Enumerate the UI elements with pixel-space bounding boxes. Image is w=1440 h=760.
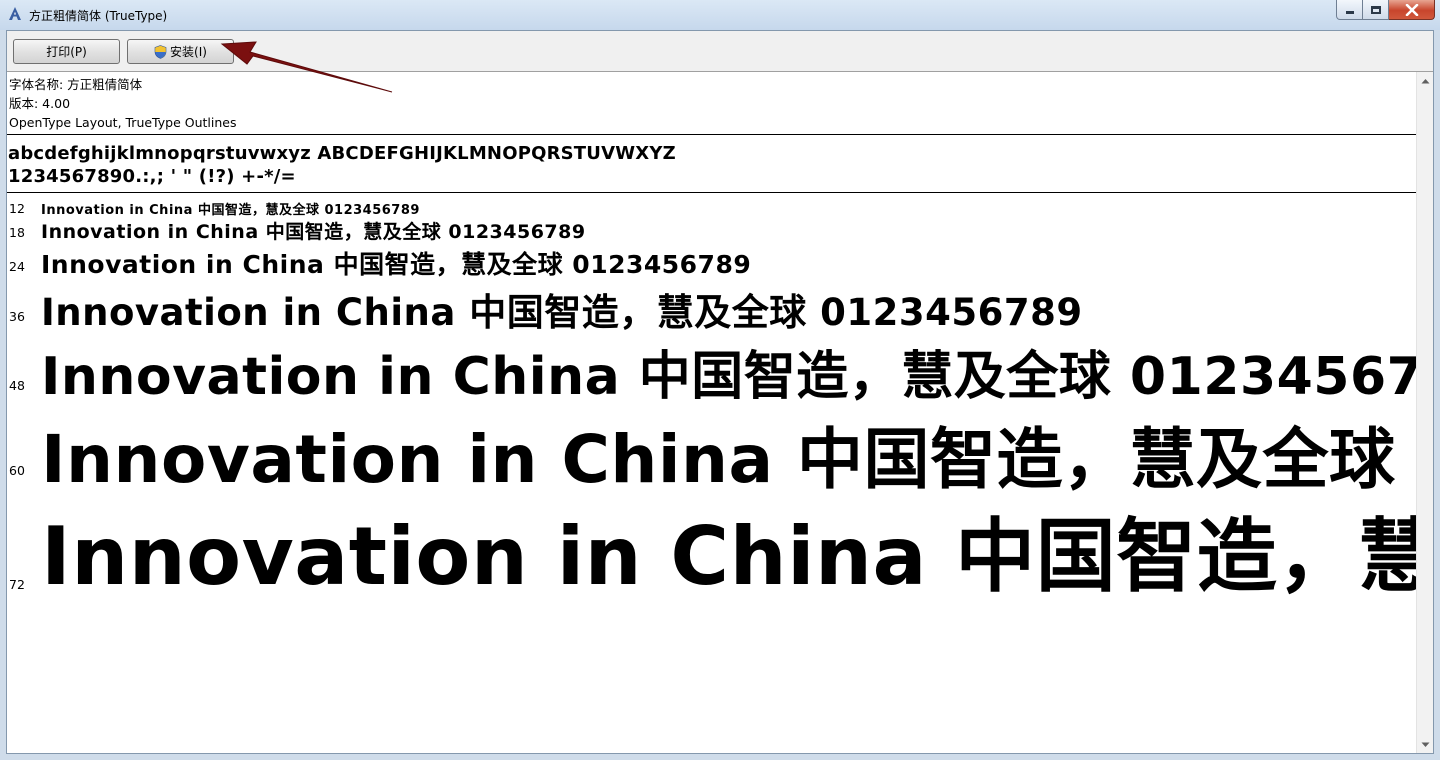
arrow-up-icon [1421,78,1430,83]
sample-text: Innovation in China 中国智造，慧及全球 0123456789 [41,250,752,279]
arrow-down-icon [1421,742,1430,747]
maximize-icon [1370,5,1381,14]
size-label: 36 [9,309,25,324]
sample-text: Innovation in China 中国智造，慧及全球 0123456789 [41,347,1417,407]
sample-text: Innovation in China 中国智造，慧及全球 0123456789 [41,291,1083,334]
size-label: 72 [9,577,25,592]
charset-preview: abcdefghijklmnopqrstuvwxyz ABCDEFGHIJKLM… [8,142,676,188]
sample-row-12: 12 Innovation in China 中国智造，慧及全球 0123456… [7,197,1417,218]
font-info: 字体名称: 方正粗倩简体 版本: 4.00 OpenType Layout, T… [9,75,236,132]
close-button[interactable] [1389,0,1435,20]
charset-digits: 1234567890.:,; ' " (!?) +-*/= [8,166,296,187]
close-icon [1405,3,1418,16]
charset-letters: abcdefghijklmnopqrstuvwxyz ABCDEFGHIJKLM… [8,143,676,164]
scroll-down-button[interactable] [1417,736,1434,753]
minimize-icon [1345,11,1354,14]
size-label: 12 [9,201,25,216]
size-label: 48 [9,378,25,393]
font-viewer-window: 打印(P) 安装(I) 字体名称: 方正粗倩简体 版本: 4.00 OpenTy… [6,30,1434,754]
size-label: 18 [9,225,25,240]
size-label: 24 [9,259,25,274]
minimize-button[interactable] [1336,0,1363,20]
window-title: 方正粗倩简体 (TrueType) [29,9,168,23]
install-button[interactable]: 安装(I) [127,39,234,64]
sample-row-24: 24 Innovation in China 中国智造，慧及全球 0123456… [7,245,1417,279]
scroll-up-button[interactable] [1417,72,1434,89]
sample-row-60: 60 Innovation in China 中国智造，慧及全球 0123456… [7,406,1417,498]
font-preview-document: 字体名称: 方正粗倩简体 版本: 4.00 OpenType Layout, T… [7,72,1417,753]
divider [7,192,1417,193]
maximize-button[interactable] [1363,0,1389,20]
sample-row-72: 72 Innovation in China 中国智造，慧及全球 0123456… [7,492,1417,603]
print-button-label: 打印(P) [46,45,87,59]
sample-text: Innovation in China 中国智造，慧及全球 0123456789 [41,510,1417,603]
caption-buttons [1336,0,1435,20]
install-button-label: 安装(I) [170,45,207,59]
font-viewer-icon [9,7,21,20]
sample-row-48: 48 Innovation in China 中国智造，慧及全球 0123456… [7,334,1417,407]
uac-shield-icon [154,44,167,59]
sample-text: Innovation in China 中国智造，慧及全球 0123456789 [41,221,586,243]
sample-text: Innovation in China 中国智造，慧及全球 0123456789 [41,203,420,218]
print-button[interactable]: 打印(P) [13,39,120,64]
divider [7,134,1417,135]
toolbar: 打印(P) 安装(I) [7,31,1433,72]
font-version: 版本: 4.00 [9,96,71,111]
font-format: OpenType Layout, TrueType Outlines [9,115,237,130]
font-name: 字体名称: 方正粗倩简体 [9,77,143,92]
sample-text: Innovation in China 中国智造，慧及全球 0123456789 [41,421,1417,498]
sample-row-36: 36 Innovation in China 中国智造，慧及全球 0123456… [7,282,1417,334]
size-label: 60 [9,463,25,478]
sample-row-18: 18 Innovation in China 中国智造，慧及全球 0123456… [7,217,1417,243]
vertical-scrollbar[interactable] [1416,72,1433,753]
title-bar[interactable]: 方正粗倩简体 (TrueType) [0,0,1440,30]
